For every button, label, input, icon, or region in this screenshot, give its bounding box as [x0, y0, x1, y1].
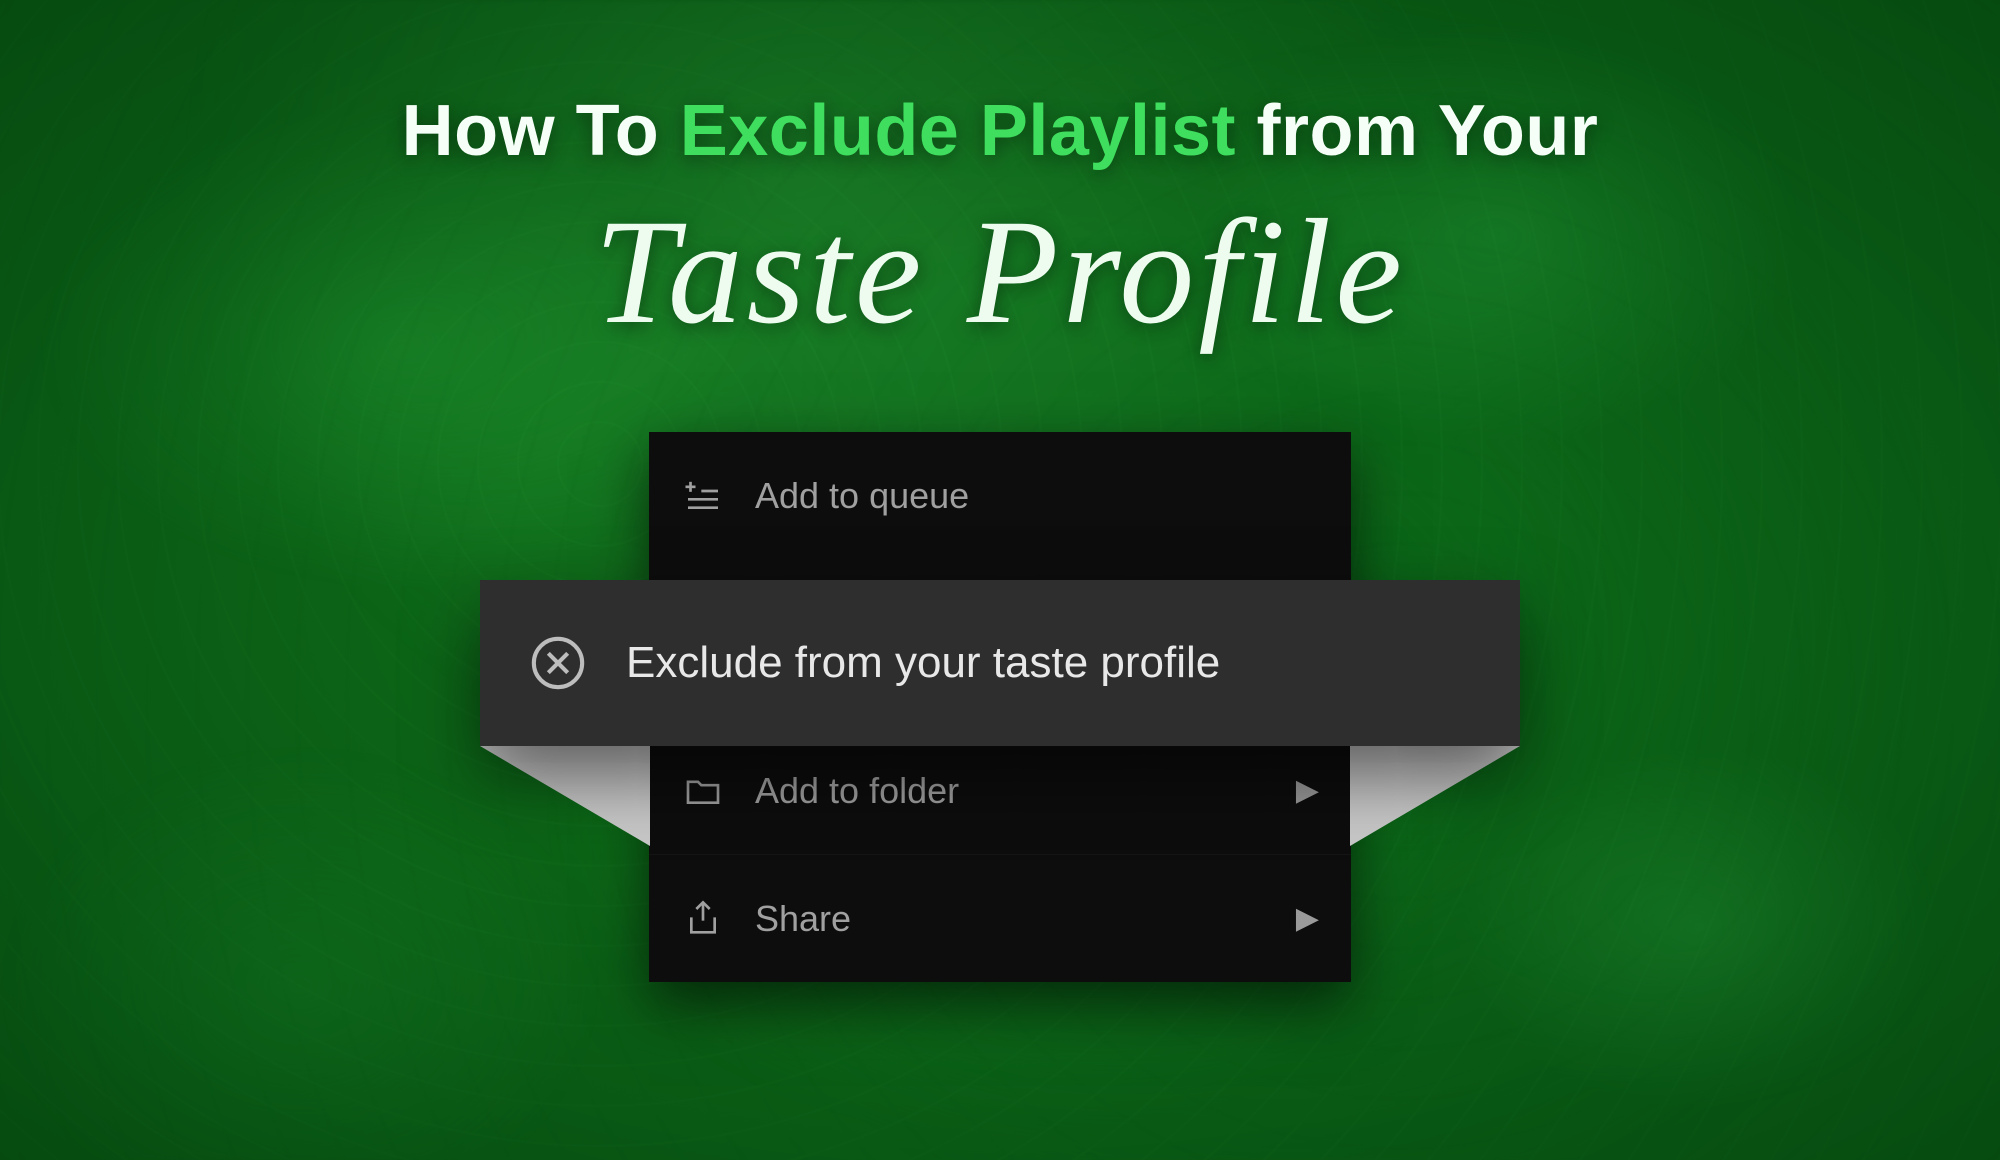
- highlighted-menu-item-container: Exclude from your taste profile: [480, 580, 1520, 746]
- page-title: How To Exclude Playlist from Your Taste …: [0, 95, 2000, 347]
- add-to-queue-icon: [681, 474, 725, 518]
- ribbon-left: [480, 746, 650, 846]
- menu-item-share[interactable]: Share ▶: [649, 854, 1351, 982]
- chevron-right-icon: ▶: [1296, 773, 1319, 808]
- menu-item-exclude-taste-profile[interactable]: Exclude from your taste profile: [480, 580, 1520, 746]
- ribbon-right: [1350, 746, 1520, 846]
- title-part-3: from Your: [1236, 91, 1598, 171]
- share-icon: [681, 897, 725, 941]
- menu-item-label: Share: [755, 898, 1266, 940]
- chevron-right-icon: ▶: [1296, 901, 1319, 936]
- exclude-icon: [528, 633, 588, 693]
- title-line-1: How To Exclude Playlist from Your: [0, 95, 2000, 167]
- menu-item-add-to-queue[interactable]: Add to queue: [649, 432, 1351, 560]
- menu-item-label: Exclude from your taste profile: [626, 638, 1220, 688]
- menu-item-label: Add to queue: [755, 475, 1319, 517]
- menu-item-label: Add to folder: [755, 770, 1266, 812]
- title-line-2: Taste Profile: [0, 197, 2000, 347]
- title-part-2: Exclude Playlist: [680, 91, 1236, 171]
- folder-icon: [681, 769, 725, 813]
- title-part-1: How To: [402, 91, 680, 171]
